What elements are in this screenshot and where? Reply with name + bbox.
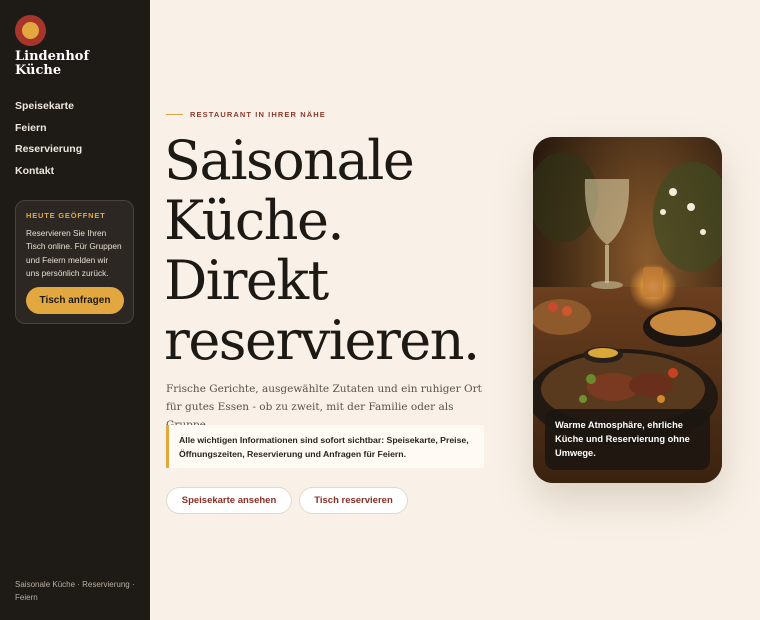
- headline-line-4: reservieren.: [164, 309, 480, 372]
- nav-item-speisekarte[interactable]: Speisekarte: [15, 98, 82, 120]
- sidebar: Lindenhof Küche Speisekarte Feiern Reser…: [0, 0, 150, 620]
- photo-caption: Warme Atmosphäre, ehrliche Küche und Res…: [545, 409, 710, 470]
- eyebrow: Restaurant in Ihrer Nähe: [166, 110, 326, 119]
- opening-card: Heute geöffnet Reservieren Sie Ihren Tis…: [15, 200, 134, 324]
- opening-card-title: Heute geöffnet: [26, 211, 106, 220]
- opening-card-text: Reservieren Sie Ihren Tisch online. Für …: [26, 228, 122, 278]
- eyebrow-divider: [166, 114, 183, 115]
- nav-item-reservierung[interactable]: Reservierung: [15, 141, 82, 163]
- brand-name[interactable]: Lindenhof Küche: [15, 50, 135, 78]
- brand-line-1: Lindenhof: [15, 49, 90, 64]
- view-menu-button[interactable]: Speisekarte ansehen: [166, 487, 292, 514]
- request-table-button[interactable]: Tisch anfragen: [26, 287, 124, 314]
- restaurant-photo: Warme Atmosphäre, ehrliche Küche und Res…: [533, 137, 722, 483]
- headline-line-2: Küche.: [164, 189, 345, 252]
- nav-item-feiern[interactable]: Feiern: [15, 120, 82, 142]
- main-nav: Speisekarte Feiern Reservierung Kontakt: [15, 98, 82, 185]
- info-note: Alle wichtigen Informationen sind sofort…: [166, 425, 484, 468]
- nav-item-kontakt[interactable]: Kontakt: [15, 163, 82, 185]
- sidebar-footer: Saisonale Küche · Reservierung · Feiern: [15, 580, 135, 602]
- circle-logo-icon[interactable]: [15, 15, 46, 46]
- eyebrow-text: Restaurant in Ihrer Nähe: [190, 110, 326, 119]
- brand-line-2: Küche: [15, 63, 62, 78]
- headline-line-1: Saisonale: [164, 129, 415, 192]
- hero-headline: Saisonale Küche. Direkt reservieren.: [164, 131, 504, 371]
- headline-line-3: Direkt: [164, 249, 329, 312]
- reserve-table-button[interactable]: Tisch reservieren: [299, 487, 408, 514]
